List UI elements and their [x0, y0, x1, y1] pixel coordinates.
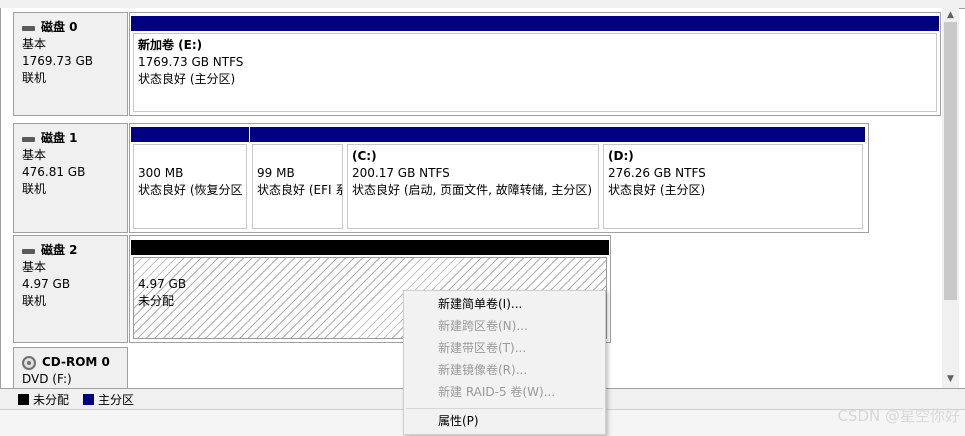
- disk-size: 4.97 GB: [22, 277, 71, 291]
- disk-2-label[interactable]: 磁盘 2 基本 4.97 GB 联机: [13, 235, 128, 343]
- disk-name: 磁盘 0: [41, 20, 78, 34]
- disk-size: 476.81 GB: [22, 165, 86, 179]
- disk-name: CD-ROM 0: [42, 355, 110, 369]
- disk-0-partitions: 新加卷 (E:) 1769.73 GB NTFS 状态良好 (主分区): [129, 12, 941, 116]
- partition-size: 99 MB: [257, 166, 295, 180]
- legend-label: 未分配: [33, 392, 70, 407]
- disk-name: 磁盘 2: [41, 243, 78, 257]
- disk-status: 联机: [22, 71, 47, 85]
- partition-bar: [345, 127, 601, 142]
- menu-separator: [406, 408, 603, 409]
- partition-health: 状态良好 (EFI 系: [257, 183, 343, 197]
- partition-title: (D:): [608, 149, 634, 163]
- partition-bar: [131, 127, 249, 142]
- partition-bar: [131, 16, 939, 31]
- legend-swatch-unallocated: [18, 393, 29, 405]
- disk-type: 基本: [22, 148, 47, 162]
- partition-size: 276.26 GB NTFS: [608, 166, 706, 180]
- disk-0-label[interactable]: 磁盘 0 基本 1769.73 GB 联机: [13, 12, 128, 116]
- menu-item-new-spanned-volume[interactable]: 新建跨区卷(N)...: [438, 315, 528, 337]
- partition-c[interactable]: (C:) 200.17 GB NTFS 状态良好 (启动, 页面文件, 故障转储…: [345, 127, 601, 231]
- cd-icon: [22, 355, 36, 370]
- partition-size: 200.17 GB NTFS: [352, 166, 450, 180]
- partition-health: 状态良好 (恢复分区: [138, 183, 243, 197]
- partition-title: [138, 148, 246, 165]
- partition-title: [257, 148, 342, 165]
- watermark: CSDN @星空你好: [837, 407, 960, 425]
- context-menu: 新建简单卷(I)... 新建跨区卷(N)... 新建带区卷(T)... 新建镜像…: [403, 290, 606, 435]
- legend-label: 主分区: [98, 392, 135, 407]
- partition-title: (C:): [352, 149, 377, 163]
- partition-health: 状态良好 (启动, 页面文件, 故障转储, 主分区): [352, 183, 593, 197]
- partition-bar: [250, 127, 345, 142]
- menu-item-new-striped-volume[interactable]: 新建带区卷(T)...: [438, 337, 526, 359]
- partition-size: 1769.73 GB NTFS: [138, 55, 244, 69]
- scroll-up-icon[interactable]: ▲: [942, 8, 959, 22]
- partition-health: 状态良好 (主分区): [138, 72, 236, 86]
- partition-title: 新加卷 (E:): [138, 38, 203, 52]
- disk-status: 联机: [22, 294, 47, 308]
- disk-icon: [22, 246, 35, 255]
- partition-e[interactable]: 新加卷 (E:) 1769.73 GB NTFS 状态良好 (主分区): [131, 16, 939, 114]
- disk-icon: [22, 134, 35, 143]
- disk-icon: [22, 23, 35, 32]
- partition-health: 状态良好 (主分区): [608, 183, 706, 197]
- disk-1-label[interactable]: 磁盘 1 基本 476.81 GB 联机: [13, 123, 128, 233]
- disk-status: 联机: [22, 182, 47, 196]
- partition-size: 300 MB: [138, 166, 184, 180]
- disk-type: 基本: [22, 37, 47, 51]
- cdrom-0-label[interactable]: CD-ROM 0 DVD (F:): [13, 347, 128, 392]
- partition-bar: [601, 127, 865, 142]
- partition-d[interactable]: (D:) 276.26 GB NTFS 状态良好 (主分区): [601, 127, 865, 231]
- partition-recovery[interactable]: 300 MB 状态良好 (恢复分区: [131, 127, 249, 231]
- menu-item-new-mirrored-volume[interactable]: 新建镜像卷(R)...: [438, 359, 527, 381]
- menu-item-new-simple-volume[interactable]: 新建简单卷(I)...: [438, 293, 522, 315]
- menu-item-new-raid5-volume[interactable]: 新建 RAID-5 卷(W)...: [438, 381, 555, 403]
- partition-bar: [131, 240, 609, 255]
- scrollbar-thumb[interactable]: [944, 22, 957, 300]
- partition-efi[interactable]: 99 MB 状态良好 (EFI 系: [250, 127, 345, 231]
- disk-size: 1769.73 GB: [22, 54, 93, 68]
- legend-swatch-primary: [83, 393, 95, 405]
- disk-type: 基本: [22, 260, 47, 274]
- disk-type: DVD (F:): [22, 372, 72, 386]
- scroll-down-icon[interactable]: ▼: [942, 372, 959, 386]
- menu-item-properties[interactable]: 属性(P): [438, 410, 479, 432]
- disk-1-partitions: 300 MB 状态良好 (恢复分区 99 MB 状态良好 (EFI 系 (C:)…: [129, 123, 869, 233]
- disk-name: 磁盘 1: [41, 131, 78, 145]
